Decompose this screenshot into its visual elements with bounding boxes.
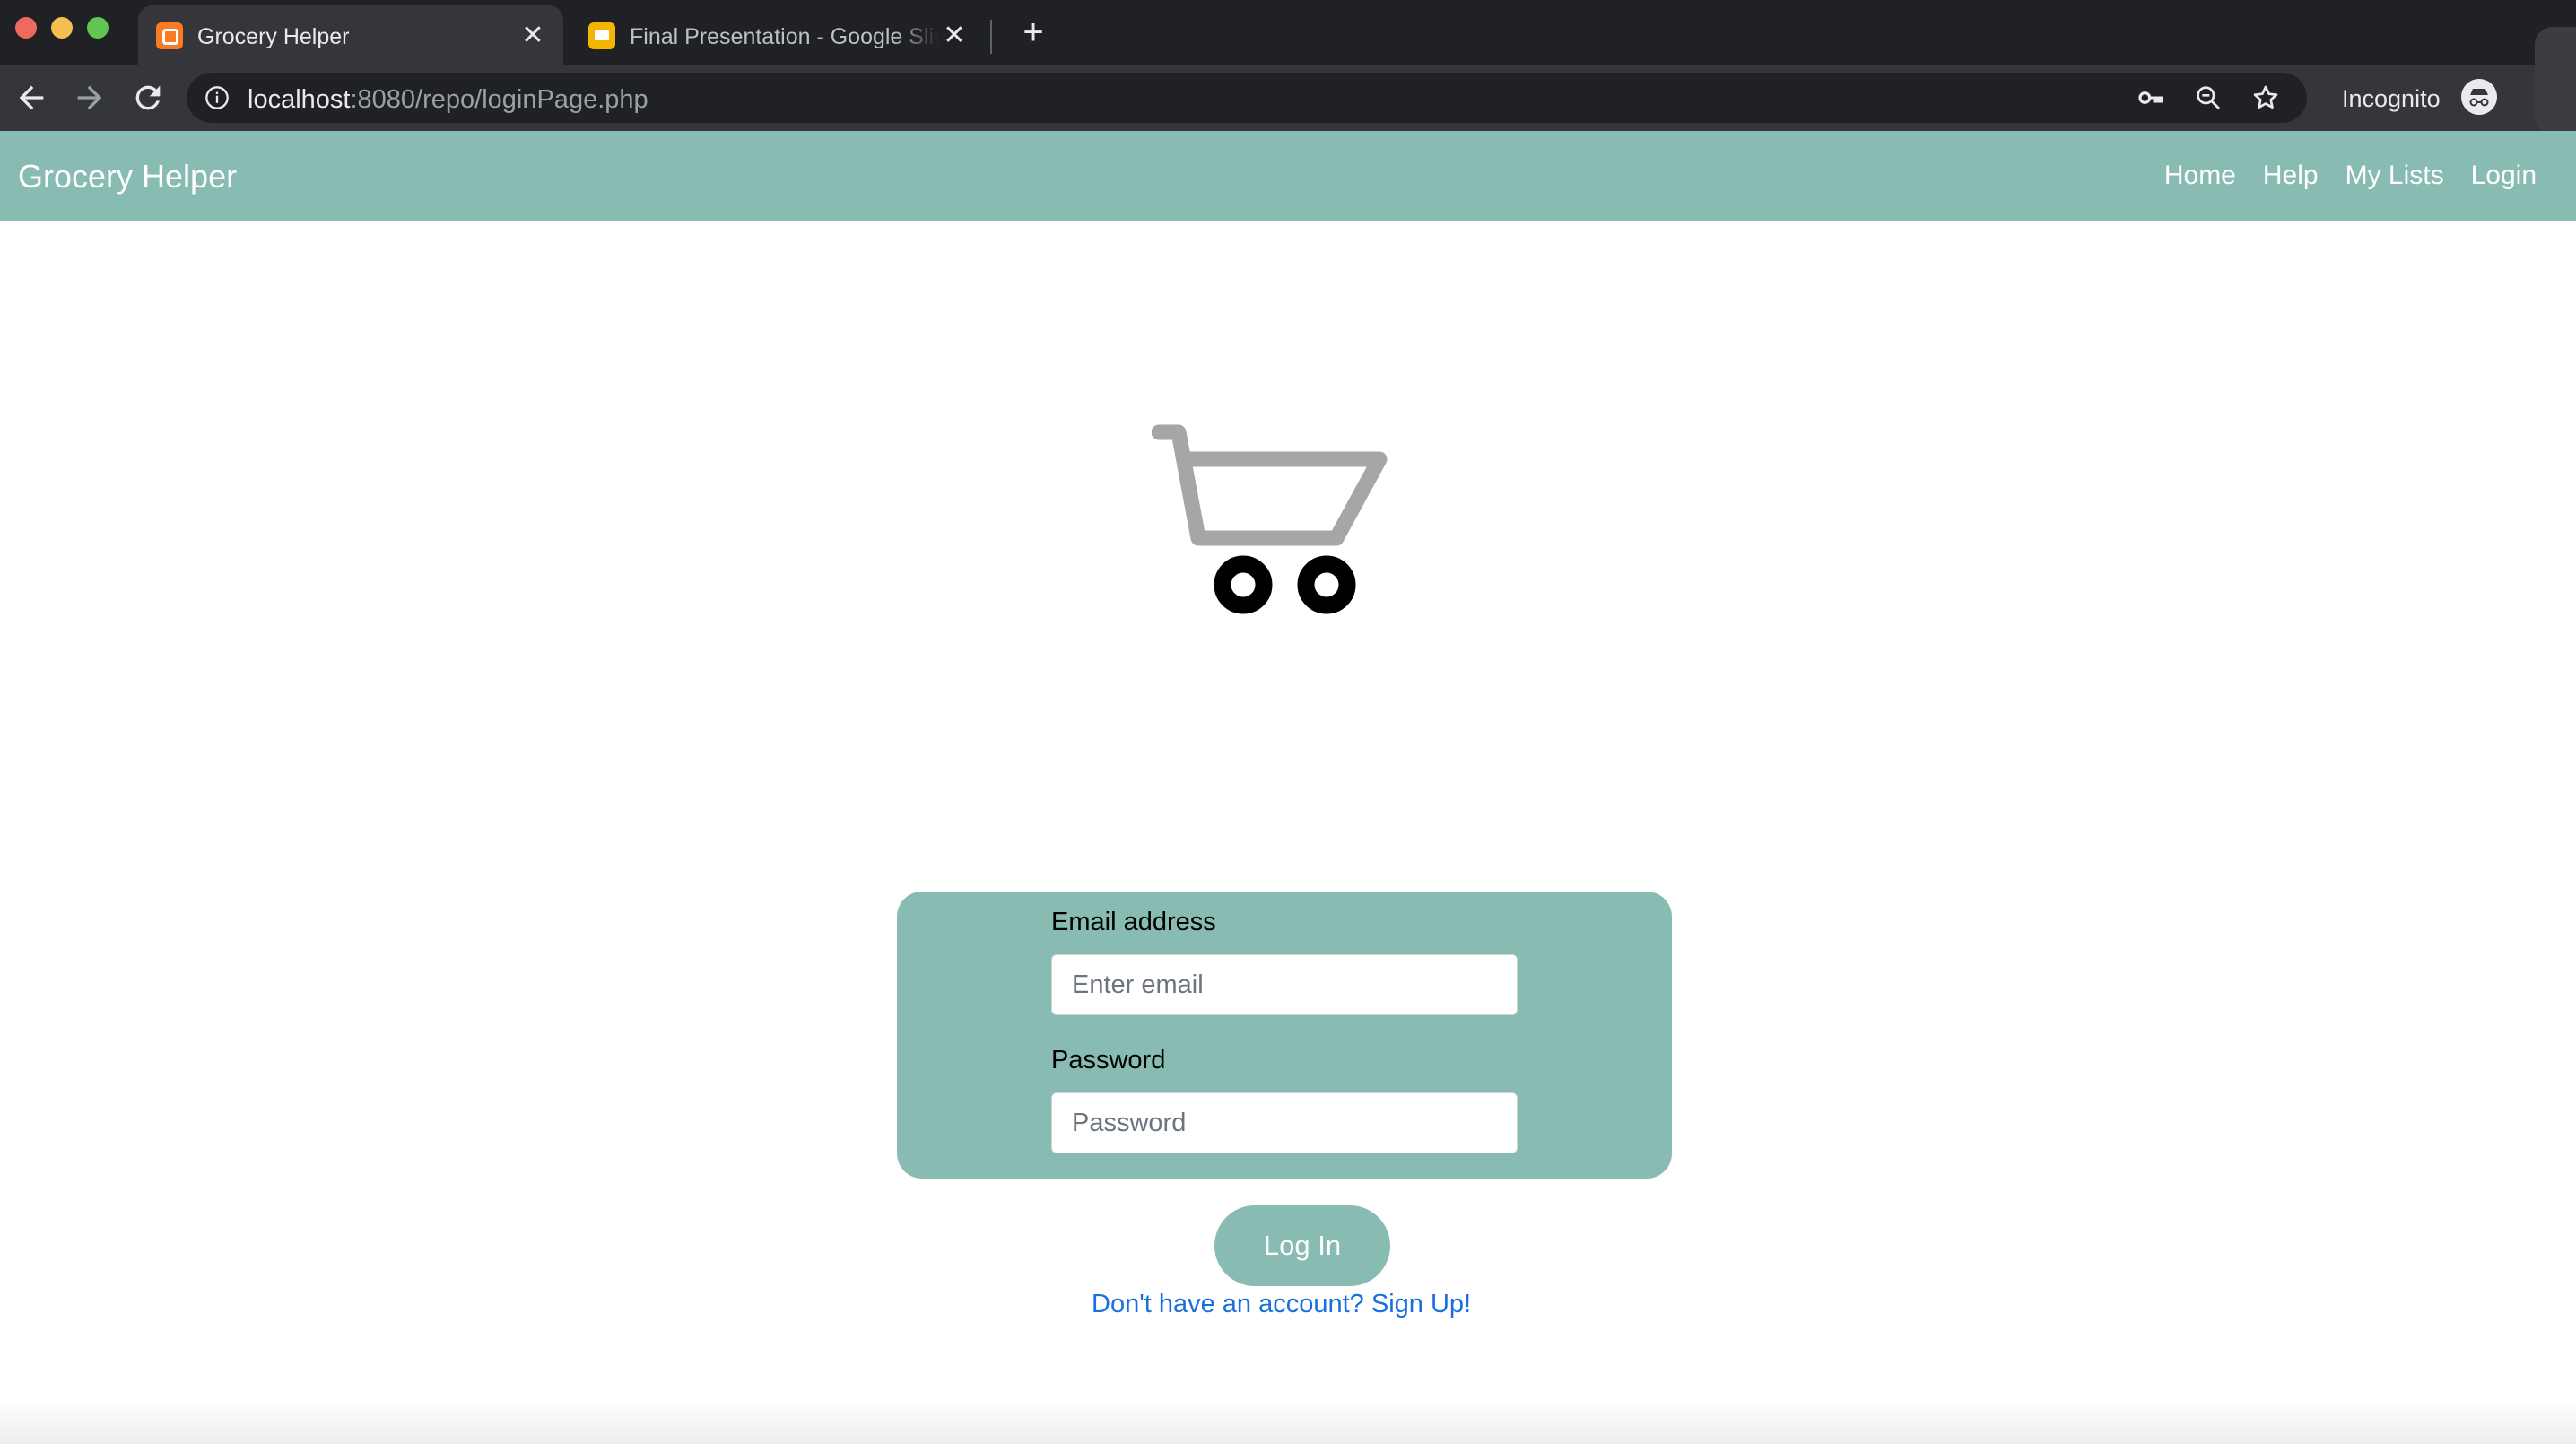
window-minimize-button[interactable] bbox=[51, 17, 73, 39]
nav-links: Home Help My Lists Login bbox=[2164, 161, 2537, 191]
reload-icon[interactable] bbox=[130, 80, 166, 116]
shopping-cart-icon bbox=[1152, 424, 1388, 614]
close-icon[interactable]: ✕ bbox=[940, 22, 969, 50]
email-label: Email address bbox=[1051, 908, 1216, 936]
zoom-icon[interactable] bbox=[2194, 83, 2223, 112]
url-path: :8080/repo/loginPage.php bbox=[350, 85, 648, 114]
xampp-icon bbox=[156, 22, 183, 49]
tab-title: Grocery Helper bbox=[197, 24, 350, 49]
password-field[interactable] bbox=[1051, 1092, 1518, 1153]
forward-arrow-icon[interactable] bbox=[72, 80, 108, 116]
nav-link-home[interactable]: Home bbox=[2164, 161, 2236, 191]
incognito-icon[interactable] bbox=[2461, 79, 2497, 115]
incognito-label: Incognito bbox=[2342, 85, 2441, 112]
back-arrow-icon[interactable] bbox=[13, 80, 49, 116]
url-text[interactable]: localhost:8080/repo/loginPage.php bbox=[248, 85, 648, 115]
nav-link-my-lists[interactable]: My Lists bbox=[2345, 161, 2444, 191]
address-bar[interactable]: localhost:8080/repo/loginPage.php bbox=[187, 73, 2307, 123]
login-button[interactable]: Log In bbox=[1214, 1205, 1390, 1286]
signup-link[interactable]: Don't have an account? Sign Up! bbox=[1092, 1290, 1471, 1319]
slides-icon bbox=[588, 22, 615, 49]
tab-title: Final Presentation - Google Slides bbox=[630, 24, 939, 49]
tab-grocery-helper[interactable]: Grocery Helper ✕ bbox=[138, 5, 563, 65]
nav-link-help[interactable]: Help bbox=[2263, 161, 2319, 191]
nav-link-login[interactable]: Login bbox=[2471, 161, 2537, 191]
info-icon[interactable] bbox=[205, 85, 230, 110]
email-field[interactable] bbox=[1051, 954, 1518, 1015]
window-maximize-button[interactable] bbox=[87, 17, 109, 39]
url-host: localhost bbox=[248, 85, 351, 114]
browser-toolbar: localhost:8080/repo/loginPage.php Incogn… bbox=[0, 65, 2576, 131]
star-icon[interactable] bbox=[2251, 83, 2280, 112]
window-bottom-shadow bbox=[0, 1399, 2576, 1444]
window-close-button[interactable] bbox=[15, 17, 37, 39]
site-brand[interactable]: Grocery Helper bbox=[18, 158, 237, 196]
password-label: Password bbox=[1051, 1046, 1166, 1074]
profile-avatar[interactable] bbox=[2535, 27, 2576, 135]
key-icon[interactable] bbox=[2137, 83, 2165, 112]
login-form: Email address Password bbox=[897, 892, 1672, 1179]
browser-titlebar: Grocery Helper ✕ Final Presentation - Go… bbox=[0, 0, 2576, 65]
tab-divider bbox=[990, 20, 992, 54]
site-navbar: Grocery Helper Home Help My Lists Login bbox=[0, 131, 2576, 221]
tab-final-presentation[interactable]: Final Presentation - Google Slides ✕ bbox=[570, 5, 985, 65]
close-icon[interactable]: ✕ bbox=[518, 22, 547, 50]
new-tab-button[interactable]: + bbox=[1016, 14, 1050, 50]
